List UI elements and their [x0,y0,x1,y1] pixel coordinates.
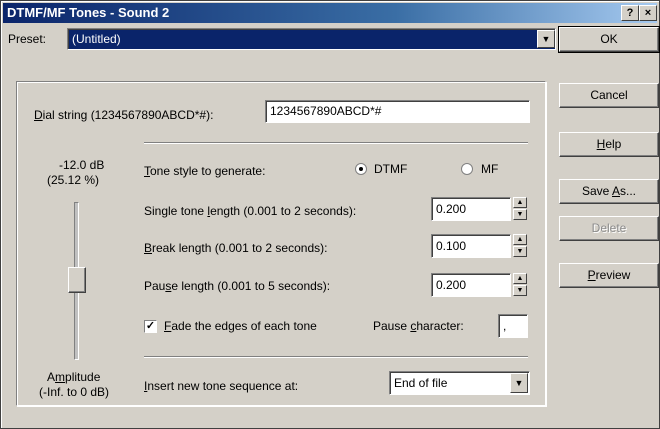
preset-value: (Untitled) [72,32,121,46]
dtmf-dialog-window: DTMF/MF Tones - Sound 2 ? × Preset: (Unt… [0,0,660,429]
cancel-button[interactable]: Cancel [559,83,659,108]
pause-character-label: Pause character: [373,319,464,333]
single-tone-spinner[interactable]: ▲ ▼ [513,197,527,220]
spin-down-icon[interactable]: ▼ [513,285,527,296]
pause-character-input[interactable]: , [498,314,528,338]
preset-dropdown[interactable]: (Untitled) [67,28,556,50]
amplitude-range-label: (-Inf. to 0 dB) [39,385,110,399]
dtmf-radio-label: DTMF [374,162,408,176]
fade-checkbox-label: Fade the edges of each tone [164,319,317,333]
amplitude-slider-thumb[interactable] [68,267,86,293]
spin-down-icon[interactable]: ▼ [513,209,527,220]
pause-length-input[interactable]: 0.200 [431,273,511,297]
help-button[interactable]: Help [559,132,659,157]
preset-dropdown-arrow-icon[interactable]: ▼ [537,30,555,48]
break-length-label: Break length (0.001 to 2 seconds): [144,241,328,255]
spin-up-icon[interactable]: ▲ [513,197,527,208]
amplitude-percent-value: (25.12 %) [47,173,100,187]
title-bar[interactable]: DTMF/MF Tones - Sound 2 ? × [3,3,657,23]
pause-length-label: Pause length (0.001 to 5 seconds): [144,279,331,293]
close-icon[interactable]: × [639,5,657,21]
amplitude-label: Amplitude [47,370,101,384]
spin-up-icon[interactable]: ▲ [513,234,527,245]
break-length-spinner[interactable]: ▲ ▼ [513,234,527,257]
single-tone-input[interactable]: 0.200 [431,197,511,221]
insert-at-value: End of file [394,376,448,390]
delete-button[interactable]: Delete [559,216,659,241]
spin-down-icon[interactable]: ▼ [513,246,527,257]
mf-radio[interactable] [461,163,473,175]
amplitude-db-value: -12.0 dB [59,158,105,172]
divider-top [144,142,528,144]
break-length-input[interactable]: 0.100 [431,234,511,258]
single-tone-label: Single tone length (0.001 to 2 seconds): [144,204,357,218]
spin-up-icon[interactable]: ▲ [513,273,527,284]
window-title: DTMF/MF Tones - Sound 2 [7,5,170,20]
dial-string-label: Dial string (1234567890ABCD*#): [34,108,214,122]
insert-at-label: Insert new tone sequence at: [144,379,299,393]
dial-string-input[interactable]: 1234567890ABCD*# [265,100,530,123]
mf-radio-label: MF [481,162,499,176]
fade-checkbox[interactable]: ✓ [144,320,157,333]
preset-label: Preset: [8,32,47,46]
help-title-button[interactable]: ? [621,5,639,21]
tone-style-label: Tone style to generate: [144,164,266,178]
insert-at-dropdown[interactable]: End of file [389,371,530,395]
insert-dropdown-arrow-icon[interactable]: ▼ [510,373,528,393]
save-as-button[interactable]: Save As... [559,179,659,204]
divider-bottom [144,356,528,358]
pause-length-spinner[interactable]: ▲ ▼ [513,273,527,296]
dtmf-radio[interactable] [355,163,367,175]
ok-button[interactable]: OK [558,26,660,53]
preview-button[interactable]: Preview [559,263,659,288]
